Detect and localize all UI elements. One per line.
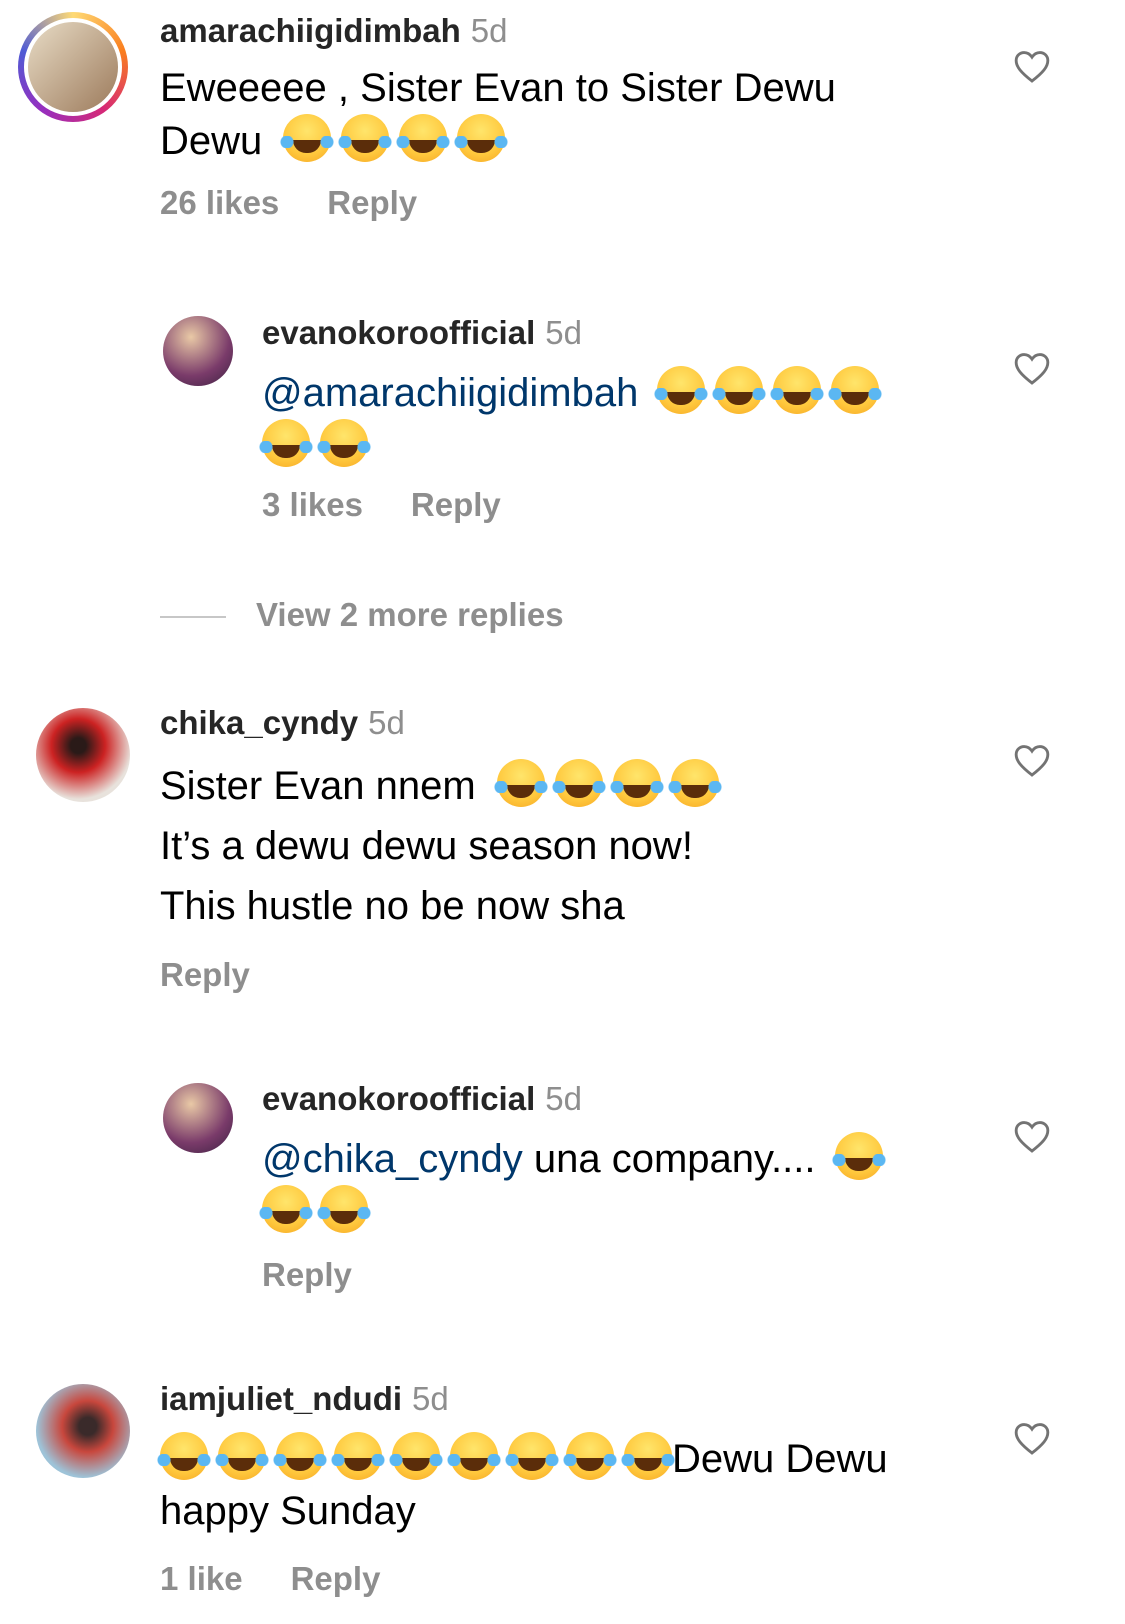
comment-actions: Reply <box>262 1256 400 1294</box>
heart-icon[interactable] <box>1013 742 1051 778</box>
likes-count[interactable]: 3 likes <box>262 486 363 523</box>
comment-text: @amarachiigidimbah <box>258 366 962 472</box>
divider <box>160 616 226 618</box>
comment-text: Dewu Dewu happy Sunday <box>156 1432 980 1537</box>
heart-icon[interactable] <box>1013 350 1051 386</box>
likes-count[interactable]: 1 like <box>160 1560 243 1597</box>
mention-link[interactable]: @chika_cyndy <box>262 1137 523 1181</box>
face-with-tears-of-joy-emoji <box>279 114 336 162</box>
timestamp: 5d <box>545 314 582 351</box>
face-with-tears-of-joy-emoji <box>711 366 768 414</box>
avatar[interactable] <box>163 1083 233 1153</box>
face-with-tears-of-joy-emoji <box>337 114 394 162</box>
face-with-tears-of-joy-emoji <box>395 114 452 162</box>
comment-text: @chika_cyndy una company.... <box>258 1132 982 1238</box>
face-with-tears-of-joy-emoji <box>562 1432 618 1480</box>
face-with-tears-of-joy-emoji <box>550 759 607 807</box>
face-with-tears-of-joy-emoji <box>388 1432 444 1480</box>
avatar[interactable] <box>36 708 130 802</box>
comment-actions: 1 like Reply <box>160 1560 428 1598</box>
face-with-tears-of-joy-emoji <box>316 1185 372 1233</box>
avatar[interactable] <box>36 1384 130 1478</box>
username[interactable]: evanokoroofficial <box>262 314 535 351</box>
face-with-tears-of-joy-emoji <box>453 114 510 162</box>
face-with-tears-of-joy-emoji <box>608 759 665 807</box>
reply-button[interactable]: Reply <box>262 1256 352 1293</box>
reply-button[interactable]: Reply <box>291 1560 381 1597</box>
face-with-tears-of-joy-emoji <box>258 1185 314 1233</box>
face-with-tears-of-joy-emoji <box>258 419 314 467</box>
reply-button[interactable]: Reply <box>327 184 417 221</box>
comment-header: evanokoroofficial 5d <box>262 314 582 352</box>
face-with-tears-of-joy-emoji <box>316 419 372 467</box>
face-with-tears-of-joy-emoji <box>492 759 549 807</box>
comment-header: amarachiigidimbah 5d <box>160 12 507 50</box>
comment-actions: Reply <box>160 956 298 994</box>
heart-icon[interactable] <box>1013 1420 1051 1456</box>
likes-count[interactable]: 26 likes <box>160 184 279 221</box>
comment-header: chika_cyndy 5d <box>160 704 405 742</box>
face-with-tears-of-joy-emoji <box>830 1132 887 1180</box>
username[interactable]: iamjuliet_ndudi <box>160 1380 402 1417</box>
face-with-tears-of-joy-emoji <box>620 1432 676 1480</box>
reply-button[interactable]: Reply <box>160 956 250 993</box>
heart-icon[interactable] <box>1013 48 1051 84</box>
comment-actions: 26 likes Reply <box>160 184 465 222</box>
face-with-tears-of-joy-emoji <box>330 1432 386 1480</box>
username[interactable]: amarachiigidimbah <box>160 12 461 49</box>
comment-header: evanokoroofficial 5d <box>262 1080 582 1118</box>
comment-header: iamjuliet_ndudi 5d <box>160 1380 449 1418</box>
timestamp: 5d <box>545 1080 582 1117</box>
timestamp: 5d <box>412 1380 449 1417</box>
face-with-tears-of-joy-emoji <box>214 1432 270 1480</box>
reply-button[interactable]: Reply <box>411 486 501 523</box>
heart-icon[interactable] <box>1013 1118 1051 1154</box>
face-with-tears-of-joy-emoji <box>653 366 710 414</box>
face-with-tears-of-joy-emoji <box>156 1432 212 1480</box>
avatar[interactable] <box>18 12 128 122</box>
face-with-tears-of-joy-emoji <box>666 759 723 807</box>
comment-actions: 3 likes Reply <box>262 486 549 524</box>
username[interactable]: chika_cyndy <box>160 704 358 741</box>
face-with-tears-of-joy-emoji <box>272 1432 328 1480</box>
face-with-tears-of-joy-emoji <box>769 366 826 414</box>
comment-text: Eweeeee , Sister Evan to Sister Dewu Dew… <box>160 66 836 163</box>
username[interactable]: evanokoroofficial <box>262 1080 535 1117</box>
avatar[interactable] <box>163 316 233 386</box>
mention-link[interactable]: @amarachiigidimbah <box>262 371 638 415</box>
comment-text: Sister Evan nnem It’s a dewu dewu season… <box>160 756 980 936</box>
timestamp: 5d <box>470 12 508 49</box>
face-with-tears-of-joy-emoji <box>504 1432 560 1480</box>
face-with-tears-of-joy-emoji <box>446 1432 502 1480</box>
face-with-tears-of-joy-emoji <box>827 366 884 414</box>
timestamp: 5d <box>368 704 405 741</box>
